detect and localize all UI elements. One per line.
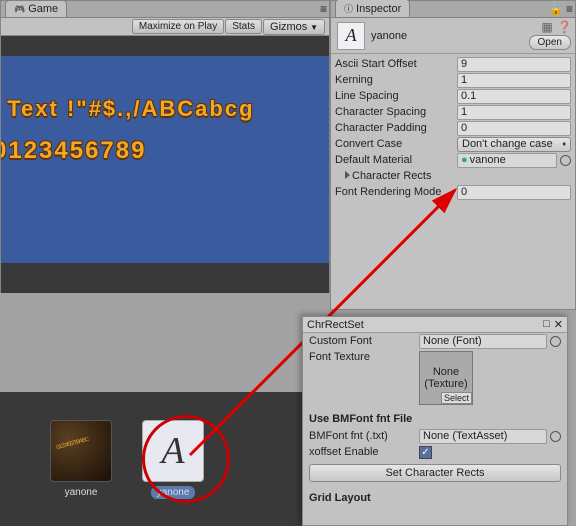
- annotation-circle: [142, 415, 230, 503]
- maximize-button[interactable]: Maximize on Play: [132, 19, 224, 34]
- kerning-label: Kerning: [335, 74, 457, 86]
- chr-title: ChrRectSet: [307, 319, 364, 331]
- prefab-icon[interactable]: ▦: [540, 20, 554, 34]
- panel-menu-icon[interactable]: ≡: [320, 2, 327, 16]
- kerning-field[interactable]: 1: [457, 73, 571, 88]
- linesp-label: Line Spacing: [335, 90, 457, 102]
- gizmos-button[interactable]: Gizmos ▼: [263, 19, 325, 35]
- window-close-icon[interactable]: ✕: [554, 318, 563, 331]
- linesp-field[interactable]: 0.1: [457, 89, 571, 104]
- help-icon[interactable]: ❓: [557, 20, 571, 34]
- open-button[interactable]: Open: [529, 35, 571, 50]
- window-min-icon[interactable]: □: [543, 318, 550, 331]
- frm-field[interactable]: 0: [457, 185, 571, 200]
- ascii-label: Ascii Start Offset: [335, 58, 457, 70]
- set-rects-button[interactable]: Set Character Rects: [309, 464, 561, 482]
- font-asset-icon: A: [337, 22, 365, 50]
- game-panel: 🎮Game ≡ Maximize on Play Stats Gizmos ▼ …: [0, 0, 330, 293]
- property-list: Ascii Start Offset9 Kerning1 Line Spacin…: [331, 54, 575, 202]
- texture-none: None (Texture): [420, 366, 472, 390]
- lock-icon[interactable]: 🔒: [549, 3, 563, 16]
- panel-menu-icon[interactable]: ≡: [566, 2, 573, 16]
- game-viewport: i Text !"#$.,/ABCabcg 0123456789: [1, 36, 329, 293]
- asset-material-label: yanone: [59, 486, 104, 499]
- inspector-icon: ⓘ: [344, 2, 353, 15]
- chrrectset-window: ChrRectSet □ ✕ Custom FontNone (Font) Fon…: [302, 316, 568, 526]
- defmat-label: Default Material: [335, 154, 457, 166]
- charpad-field[interactable]: 0: [457, 121, 571, 136]
- game-tab-bar: 🎮Game ≡: [1, 1, 329, 18]
- object-picker-icon[interactable]: [560, 155, 571, 166]
- inspector-tab[interactable]: ⓘInspector: [335, 0, 410, 17]
- game-tab-label: Game: [28, 3, 58, 15]
- frm-label: Font Rendering Mode: [335, 186, 457, 198]
- game-tab[interactable]: 🎮Game: [5, 0, 67, 17]
- charpad-label: Character Padding: [335, 122, 457, 134]
- texture-select-btn[interactable]: Select: [441, 392, 472, 404]
- xoff-checkbox[interactable]: ✓: [419, 446, 432, 459]
- asset-title: yanone: [371, 30, 407, 42]
- use-bmfont-label: Use BMFont fnt File: [303, 407, 567, 428]
- asset-material[interactable]: yanone: [50, 420, 112, 499]
- charsp-label: Character Spacing: [335, 106, 457, 118]
- texture-field[interactable]: None (Texture) Select: [419, 351, 473, 405]
- stats-button[interactable]: Stats: [225, 19, 262, 34]
- charsp-field[interactable]: 1: [457, 105, 571, 120]
- chr-titlebar[interactable]: ChrRectSet □ ✕: [303, 317, 567, 333]
- inspector-tab-bar: ⓘInspector 🔒≡: [331, 1, 575, 18]
- object-picker-icon[interactable]: [550, 336, 561, 347]
- bm-field[interactable]: None (TextAsset): [419, 429, 547, 444]
- inspector-header: A yanone ▦❓ Open: [331, 18, 575, 54]
- cf-label: Custom Font: [309, 335, 419, 347]
- rects-label[interactable]: Character Rects: [335, 170, 457, 182]
- inspector-panel: ⓘInspector 🔒≡ A yanone ▦❓ Open Ascii Sta…: [330, 0, 576, 310]
- game-icon: 🎮: [14, 4, 25, 15]
- cf-field[interactable]: None (Font): [419, 334, 547, 349]
- convert-select[interactable]: Don't change case♦: [457, 137, 571, 152]
- game-toolbar: Maximize on Play Stats Gizmos ▼: [1, 18, 329, 36]
- material-thumb: [50, 420, 112, 482]
- foldout-icon: [345, 171, 350, 179]
- preview-text-row: i Text !"#$.,/ABCabcg: [1, 96, 329, 122]
- defmat-field[interactable]: ●vanone: [457, 153, 557, 168]
- convert-label: Convert Case: [335, 138, 457, 150]
- inspector-tab-label: Inspector: [356, 3, 401, 15]
- ascii-field[interactable]: 9: [457, 57, 571, 72]
- ft-label: Font Texture: [309, 351, 419, 363]
- xoff-label: xoffset Enable: [309, 446, 419, 458]
- grid-layout-label: Grid Layout: [303, 486, 567, 507]
- bm-label: BMFont fnt (.txt): [309, 430, 419, 442]
- preview-digits-row: 0123456789: [1, 137, 329, 165]
- object-picker-icon[interactable]: [550, 431, 561, 442]
